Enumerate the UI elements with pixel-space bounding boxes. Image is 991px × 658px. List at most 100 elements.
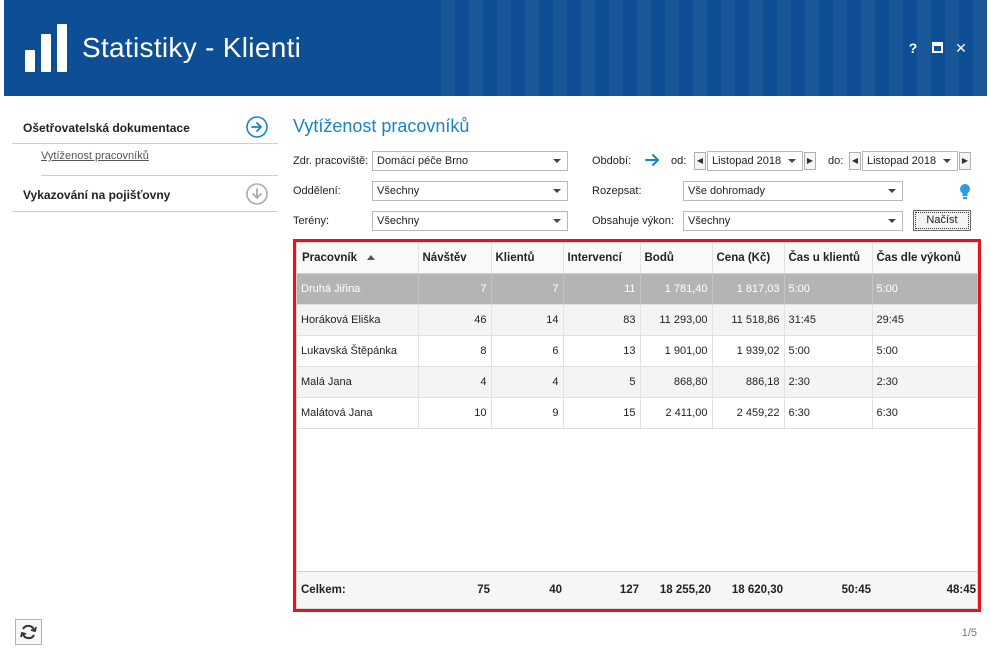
bar-chart-logo-icon xyxy=(25,24,67,72)
cell-clients: 14 xyxy=(491,304,564,336)
totals-label: Celkem: xyxy=(301,584,346,596)
column-header-points[interactable]: Bodů xyxy=(640,243,713,274)
maximize-icon xyxy=(931,42,943,53)
cell-visits: 4 xyxy=(418,366,492,398)
totals-row: Celkem: 75 40 127 18 255,20 18 620,30 50… xyxy=(297,571,977,608)
column-header-interventions[interactable]: Intervencí xyxy=(563,243,641,274)
cell-price: 2 459,22 xyxy=(712,397,785,429)
period-to-select[interactable]: Listopad 2018 xyxy=(862,151,958,171)
cell-interventions: 11 xyxy=(563,273,641,305)
cell-time-clients: 5:00 xyxy=(784,335,873,367)
total-time-clients: 50:45 xyxy=(841,584,871,596)
chevron-down-icon xyxy=(943,159,951,163)
contains-select[interactable]: Všechny xyxy=(683,211,903,231)
column-header-clients[interactable]: Klientů xyxy=(491,243,564,274)
column-header-time-clients[interactable]: Čas u klientů xyxy=(784,243,873,274)
cell-points: 11 293,00 xyxy=(640,304,713,336)
workplace-label: Zdr. pracoviště: xyxy=(293,155,369,167)
cell-interventions: 83 xyxy=(563,304,641,336)
cell-points: 868,80 xyxy=(640,366,713,398)
period-label: Období: xyxy=(592,155,632,167)
total-visits: 75 xyxy=(477,584,490,596)
maximize-button[interactable] xyxy=(929,40,945,56)
pager-text: 1/5 xyxy=(961,627,977,639)
cell-clients: 6 xyxy=(491,335,564,367)
column-header-time-services[interactable]: Čas dle výkonů xyxy=(872,243,978,274)
cell-visits: 46 xyxy=(418,304,492,336)
table-header-row: Pracovník Návštěv Klientů Intervencí Bod… xyxy=(297,243,978,274)
column-header-price[interactable]: Cena (Kč) xyxy=(712,243,785,274)
workplace-select[interactable]: Domácí péče Brno xyxy=(372,151,568,171)
app-title: Statistiky - Klienti xyxy=(82,32,302,63)
cell-clients: 7 xyxy=(491,273,564,305)
terrains-label: Terény: xyxy=(293,215,330,227)
sidebar-section-documentation[interactable]: Ošetřovatelská dokumentace xyxy=(12,112,278,144)
lightbulb-icon[interactable] xyxy=(959,183,971,201)
period-from-prev-button[interactable]: ◀ xyxy=(694,152,706,170)
table-row[interactable]: Lukavská Štěpánka 8 6 13 1 901,00 1 939,… xyxy=(297,335,978,367)
cell-time-services: 5:00 xyxy=(872,273,978,305)
refresh-icon xyxy=(20,624,37,640)
period-to-label: do: xyxy=(828,155,844,167)
cell-points: 1 901,00 xyxy=(640,335,713,367)
cell-worker: Malá Jana xyxy=(297,366,419,398)
cell-points: 2 411,00 xyxy=(640,397,713,429)
chevron-down-icon xyxy=(553,159,561,163)
refresh-button[interactable] xyxy=(15,619,42,645)
department-label: Oddělení: xyxy=(293,185,341,197)
cell-interventions: 5 xyxy=(563,366,641,398)
department-select[interactable]: Všechny xyxy=(372,181,568,201)
chevron-down-icon xyxy=(888,189,896,193)
workload-table: Pracovník Návštěv Klientů Intervencí Bod… xyxy=(297,243,978,429)
cell-time-clients: 5:00 xyxy=(784,273,873,305)
period-from-next-button[interactable]: ▶ xyxy=(804,152,816,170)
load-button[interactable]: Načíst xyxy=(913,210,971,231)
table-row[interactable]: Malá Jana 4 4 5 868,80 886,18 2:30 2:30 xyxy=(297,366,978,398)
chevron-down-icon xyxy=(788,159,796,163)
column-header-worker[interactable]: Pracovník xyxy=(297,243,419,274)
chevron-down-icon xyxy=(553,189,561,193)
sidebar-section-insurance[interactable]: Vykazování na pojišťovny xyxy=(12,176,278,212)
arrow-down-circle-icon[interactable] xyxy=(246,183,268,205)
arrow-right-icon xyxy=(645,154,659,166)
period-from-select[interactable]: Listopad 2018 xyxy=(707,151,803,171)
cell-time-services: 6:30 xyxy=(872,397,978,429)
header-decoration xyxy=(427,0,987,96)
total-price: 18 620,30 xyxy=(731,584,783,596)
cell-visits: 10 xyxy=(418,397,492,429)
sidebar: Ošetřovatelská dokumentace Vytíženost pr… xyxy=(12,112,278,212)
cell-interventions: 13 xyxy=(563,335,641,367)
cell-worker: Lukavská Štěpánka xyxy=(297,335,419,367)
cell-time-clients: 31:45 xyxy=(784,304,873,336)
help-button[interactable]: ? xyxy=(905,40,921,56)
cell-time-services: 2:30 xyxy=(872,366,978,398)
terrains-select[interactable]: Všechny xyxy=(372,211,568,231)
cell-visits: 7 xyxy=(418,273,492,305)
contains-label: Obsahuje výkon: xyxy=(592,215,674,227)
cell-price: 11 518,86 xyxy=(712,304,785,336)
table-row[interactable]: Druhá Jiřina 7 7 11 1 781,40 1 817,03 5:… xyxy=(297,273,978,305)
cell-visits: 8 xyxy=(418,335,492,367)
period-to-prev-button[interactable]: ◀ xyxy=(849,152,861,170)
period-to-next-button[interactable]: ▶ xyxy=(959,152,971,170)
cell-interventions: 15 xyxy=(563,397,641,429)
arrow-right-circle-icon[interactable] xyxy=(246,116,268,138)
total-clients: 40 xyxy=(549,584,562,596)
period-from-value: Listopad 2018 xyxy=(712,155,782,167)
table-row[interactable]: Horáková Eliška 46 14 83 11 293,00 11 51… xyxy=(297,304,978,336)
workload-grid: Pracovník Návštěv Klientů Intervencí Bod… xyxy=(296,242,978,609)
chevron-down-icon xyxy=(888,219,896,223)
cell-points: 1 781,40 xyxy=(640,273,713,305)
table-row[interactable]: Malátová Jana 10 9 15 2 411,00 2 459,22 … xyxy=(297,397,978,429)
close-button[interactable]: ✕ xyxy=(953,40,969,56)
sidebar-item-workload[interactable]: Vytíženost pracovníků xyxy=(41,150,278,176)
cell-clients: 4 xyxy=(491,366,564,398)
cell-price: 1 939,02 xyxy=(712,335,785,367)
page-title: Vytíženost pracovníků xyxy=(293,116,470,136)
breakdown-select[interactable]: Vše dohromady xyxy=(683,181,903,201)
sidebar-section-label: Ošetřovatelská dokumentace xyxy=(23,121,190,135)
cell-price: 1 817,03 xyxy=(712,273,785,305)
terrains-value: Všechny xyxy=(377,215,420,227)
column-header-visits[interactable]: Návštěv xyxy=(418,243,492,274)
cell-worker: Horáková Eliška xyxy=(297,304,419,336)
